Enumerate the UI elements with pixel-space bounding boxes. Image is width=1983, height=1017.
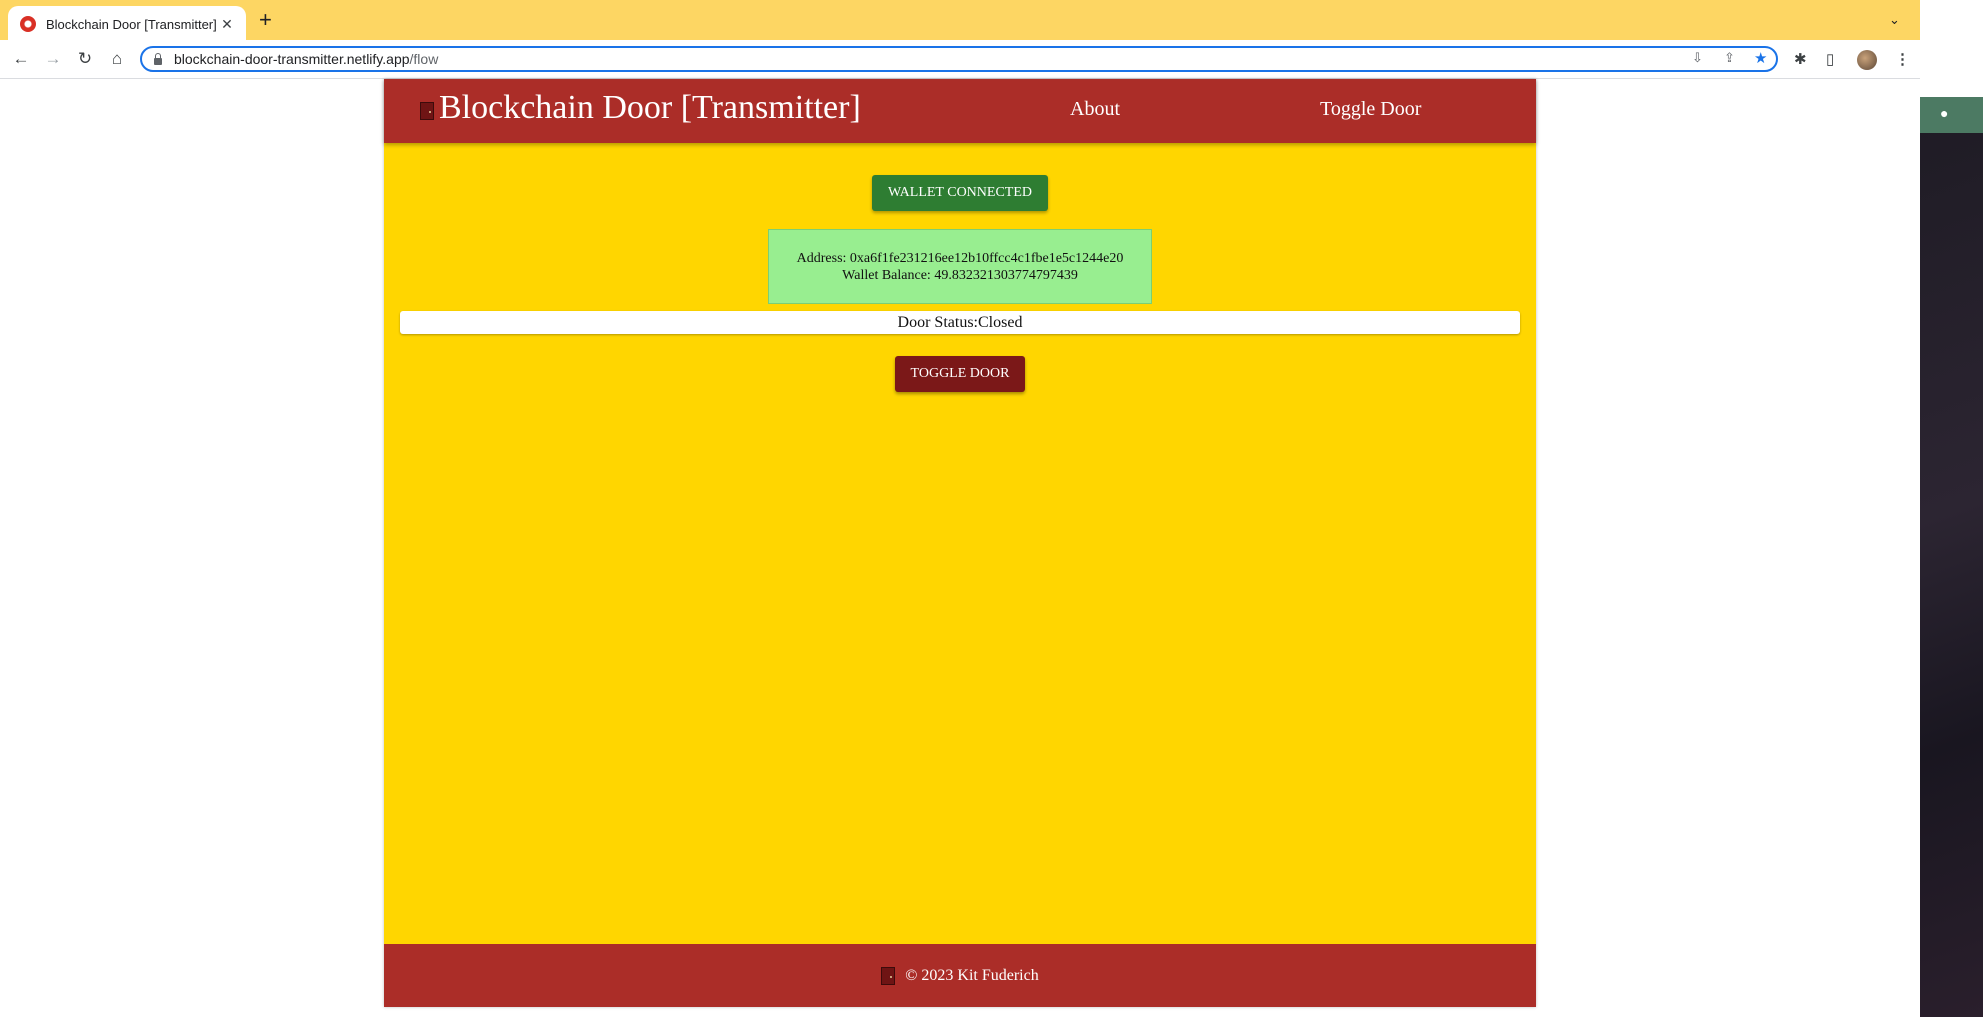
url-text[interactable]: blockchain-door-transmitter.netlify.app/… [174,51,438,67]
back-button[interactable]: ← [10,48,32,70]
kebab-menu-icon[interactable]: ⋮ [1895,50,1910,68]
toggle-door-button[interactable]: TOGGLE DOOR [895,356,1025,392]
side-panel-icon[interactable]: ▯ [1826,50,1834,68]
share-icon[interactable]: ⇪ [1724,50,1735,66]
arrow-right-icon: → [44,49,62,68]
desktop-menu-strip [1920,97,1983,133]
forward-button[interactable]: → [42,48,64,70]
wallet-connected-button[interactable]: WALLET CONNECTED [872,175,1048,211]
avatar[interactable] [1857,50,1877,70]
install-icon[interactable]: ⇩ [1692,50,1703,66]
app-title[interactable]: Blockchain Door [Transmitter] [439,89,861,127]
browser-tab-bar: Blockchain Door [Transmitter] ✕ + ⌄ [0,0,1920,42]
door-status: Door Status:Closed [400,311,1520,334]
puzzle-icon[interactable]: ✱ [1794,50,1807,68]
tab-title: Blockchain Door [Transmitter] [46,16,217,32]
new-tab-button[interactable]: + [259,9,272,31]
desktop-background [1920,97,1983,1017]
wallet-info-panel: Address: 0xa6f1fe231216ee12b10ffcc4c1fbe… [768,229,1152,304]
favicon-icon [20,16,36,32]
reload-button[interactable]: ↻ [74,48,96,70]
door-icon [881,966,896,985]
wallet-address: Address: 0xa6f1fe231216ee12b10ffcc4c1fbe… [796,250,1124,266]
apple-icon: ● [1940,105,1949,121]
footer-copyright: © 2023 Kit Fuderich [905,966,1039,984]
reload-icon: ↻ [77,49,93,68]
app-footer: © 2023 Kit Fuderich [384,944,1536,1007]
browser-tab[interactable]: Blockchain Door [Transmitter] ✕ [8,6,246,42]
arrow-left-icon: ← [12,49,30,68]
address-bar[interactable]: blockchain-door-transmitter.netlify.app/… [140,46,1778,72]
door-icon [420,102,434,120]
star-icon[interactable]: ★ [1754,49,1767,67]
app-header: Blockchain Door [Transmitter] About Togg… [384,79,1536,143]
nav-link-toggle-door[interactable]: Toggle Door [1320,98,1421,121]
app-container: Blockchain Door [Transmitter] About Togg… [384,79,1536,1007]
home-icon: ⌂ [111,49,123,68]
home-button[interactable]: ⌂ [106,48,128,70]
nav-link-about[interactable]: About [1070,98,1120,121]
wallet-balance: Wallet Balance: 49.832321303774797439 [842,267,1078,283]
lock-icon[interactable] [154,52,162,65]
browser-toolbar: ← → ↻ ⌂ blockchain-door-transmitter.netl… [0,40,1920,79]
chevron-down-icon[interactable]: ⌄ [1889,12,1900,28]
close-tab-icon[interactable]: ✕ [218,16,236,33]
